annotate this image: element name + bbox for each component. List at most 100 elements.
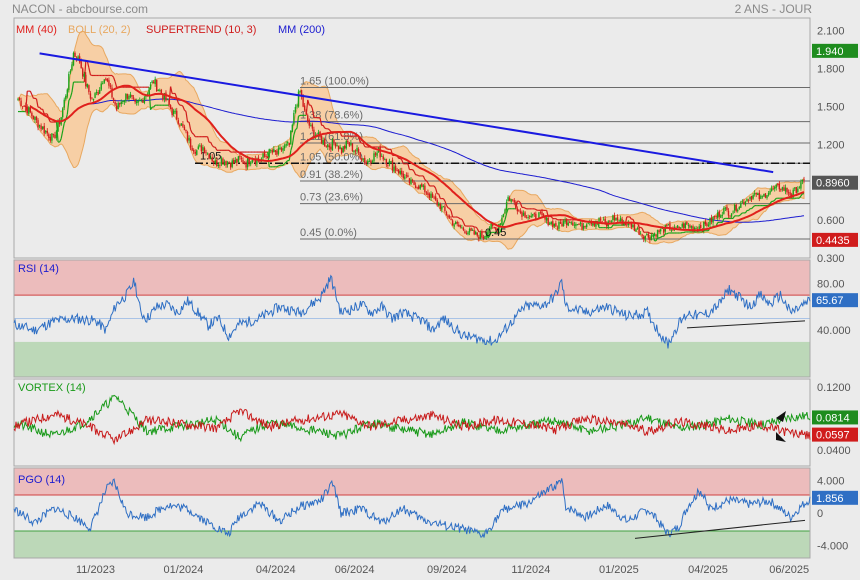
candle-body (185, 129, 187, 132)
candle-body (74, 52, 76, 57)
candle-body (26, 106, 28, 114)
candle-body (643, 236, 645, 240)
candle-body (582, 225, 585, 229)
candle-body (559, 221, 562, 224)
candle-body (795, 186, 797, 193)
candle-body (394, 165, 397, 171)
supertrend-seg (298, 114, 301, 117)
candle-body (299, 90, 301, 93)
candle-body (553, 223, 556, 227)
candle-body (505, 202, 508, 210)
candle-body (700, 225, 702, 229)
candle-body (228, 162, 230, 164)
x-tick-label-4: 09/2024 (427, 564, 467, 576)
candle-body (475, 231, 477, 235)
candle-body (502, 213, 505, 218)
vortex-line-1 (13, 408, 811, 446)
candle-body (250, 162, 252, 165)
candle-body (122, 101, 124, 102)
candle-body (85, 74, 87, 87)
fib-label-5: 0.73 (23.6%) (300, 192, 363, 204)
price-badge-0-text: 1.940 (816, 46, 844, 58)
price-legend-1: BOLL (20, 2) (68, 24, 131, 36)
candle-body (767, 193, 770, 196)
candle-body (336, 145, 338, 147)
candle-body (644, 235, 646, 240)
candle-body (716, 212, 719, 218)
candle-body (37, 120, 39, 128)
candle-body (203, 147, 206, 154)
candle-body (451, 220, 454, 226)
candle-body (427, 192, 429, 195)
candle-body (313, 129, 315, 137)
candle-body (447, 215, 449, 218)
candle-body (279, 147, 281, 150)
candle-body (479, 232, 482, 239)
candle-body (25, 105, 27, 108)
supertrend-seg (535, 209, 538, 211)
candle-body (636, 228, 639, 230)
supertrend-seg (34, 97, 37, 100)
candle-body (465, 233, 468, 235)
candle-body (535, 213, 537, 219)
candle-body (615, 217, 617, 221)
candle-body (17, 98, 19, 100)
supertrend-seg (276, 165, 279, 168)
candle-body (214, 160, 216, 163)
candle-body (749, 196, 751, 200)
candle-body (729, 215, 731, 217)
candle-body (149, 84, 152, 89)
candle-body (169, 105, 172, 109)
candle-body (618, 220, 620, 222)
candle-body (794, 187, 796, 189)
candle-body (328, 145, 331, 148)
candle-body (422, 185, 425, 187)
candle-body (287, 142, 289, 144)
rsi-badge: 65.67 (812, 293, 858, 308)
supertrend-seg (472, 225, 475, 228)
supertrend-seg (683, 231, 686, 234)
candle-body (482, 236, 485, 239)
candle-body (371, 161, 374, 163)
candle-body (61, 108, 64, 118)
candle-body (562, 221, 565, 227)
price-badge-0: 1.940 (812, 43, 858, 58)
candle-body (68, 73, 70, 91)
candle-body (102, 82, 104, 84)
candle-body (405, 175, 408, 177)
x-tick-label-5: 11/2024 (511, 564, 550, 576)
candle-body (334, 143, 337, 147)
candle-body (766, 195, 768, 199)
candle-body (470, 227, 472, 231)
candle-body (760, 195, 762, 199)
candle-body (508, 197, 511, 201)
vortex-ytick-1: 0.0400 (817, 445, 851, 457)
candle-body (237, 156, 240, 162)
candle-body (775, 184, 777, 188)
vortex-panel-frame (13, 378, 811, 467)
candle-body (217, 164, 220, 167)
candle-body (139, 100, 141, 102)
candle-body (476, 232, 478, 236)
candle-body (801, 179, 804, 182)
candle-body (245, 162, 247, 168)
candle-body (177, 120, 179, 124)
candle-body (88, 85, 90, 93)
candle-body (720, 215, 722, 218)
candle-body (69, 70, 72, 73)
candle-body (41, 126, 44, 129)
candle-body (522, 212, 525, 216)
vortex-badge-0: 0.0814 (812, 410, 858, 425)
supertrend-seg (386, 148, 389, 150)
candle-body (421, 183, 423, 187)
vortex-badge-1: 0.0597 (812, 427, 858, 442)
candle-body (132, 97, 135, 99)
candle-body (165, 92, 167, 101)
price-ytick-5: 0.300 (817, 253, 845, 265)
candle-body (359, 152, 361, 159)
candle-body (434, 196, 437, 200)
candle-body (322, 140, 324, 145)
candle-body (40, 125, 42, 130)
rsi-overbought-zone (14, 260, 810, 296)
candle-body (413, 181, 415, 185)
